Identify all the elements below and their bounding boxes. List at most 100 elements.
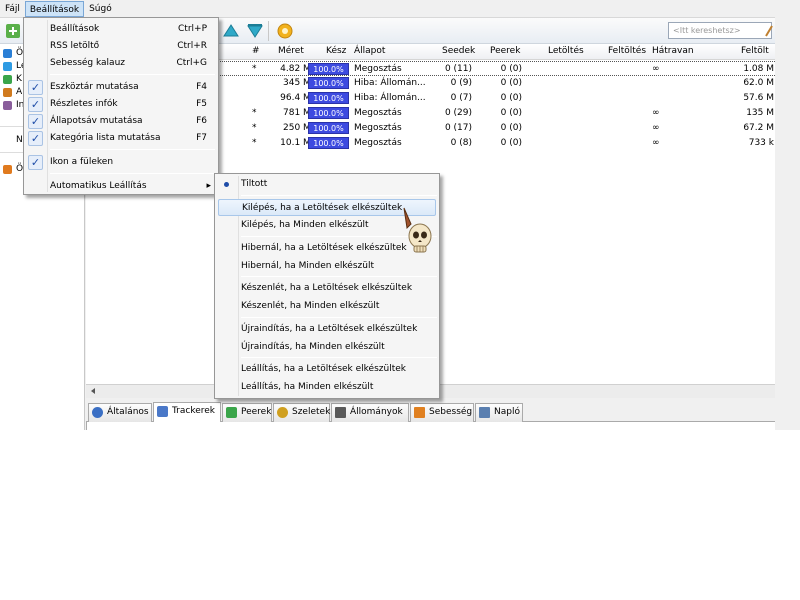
menu-separator <box>241 195 437 196</box>
cell-peers: 0 (0) <box>500 138 522 148</box>
progress-bar: 100.0% <box>308 137 349 149</box>
menu-file[interactable]: Fájl <box>1 1 24 17</box>
skull-cursor-icon <box>402 206 436 260</box>
menu-item-label: Hibernál, ha Minden elkészült <box>241 261 374 271</box>
settings-menu-item[interactable]: Beállítások Ctrl+P <box>27 21 215 38</box>
menu-item-label: Készenlét, ha Minden elkészült <box>241 301 380 311</box>
menu-item-shortcut: F4 <box>196 82 207 92</box>
tab-log[interactable]: Napló <box>475 403 523 422</box>
checkmark-icon: ✓ <box>28 114 43 129</box>
settings-menu-item[interactable]: ✓ Eszköztár mutatása F4 <box>27 79 215 96</box>
menu-item-label: Automatikus Leállítás <box>50 181 147 191</box>
cell-peers: 0 (0) <box>500 64 522 74</box>
settings-menu-item[interactable]: RSS letöltő Ctrl+R <box>27 38 215 55</box>
settings-menu-item[interactable]: Automatikus Leállítás ▸ <box>27 178 215 195</box>
cell-status: Hiba: Állomán... <box>354 93 426 103</box>
search-input[interactable]: <Itt kereshetsz> <box>668 22 772 39</box>
cell-remaining: ∞ <box>652 64 660 74</box>
menu-separator <box>50 149 215 150</box>
active-icon <box>3 88 12 97</box>
column-header-uploaded[interactable]: Feltölt <box>741 46 769 56</box>
cell-seeds: 0 (8) <box>450 138 472 148</box>
all-torrents-icon <box>3 49 12 58</box>
arrow-up-icon <box>223 24 239 37</box>
autostop-menu-item[interactable]: Tiltott <box>218 176 436 193</box>
move-down-button[interactable] <box>246 22 264 40</box>
cell-remaining: ∞ <box>652 123 660 133</box>
column-header-status[interactable]: Állapot <box>354 46 385 56</box>
tab-label: Peerek <box>241 407 272 417</box>
checkmark-icon: ✓ <box>28 97 43 112</box>
autostop-menu-item[interactable]: Leállítás, ha Minden elkészült <box>218 379 436 396</box>
menu-item-label: Leállítás, ha Minden elkészült <box>241 382 374 392</box>
menu-item-label: Kilépés, ha a Letöltések elkészültek <box>242 203 403 213</box>
info-icon <box>92 407 103 418</box>
tab-label: Sebesség <box>429 407 473 417</box>
add-torrent-button[interactable] <box>4 22 22 40</box>
cell-seeds: 0 (29) <box>444 108 472 118</box>
cell-peers: 0 (0) <box>500 108 522 118</box>
inactive-icon <box>3 101 12 110</box>
cell-remaining: ∞ <box>652 138 660 148</box>
menu-item-label: Beállítások <box>50 24 100 34</box>
peers-icon <box>226 407 237 418</box>
tab-label: Állományok <box>350 407 403 417</box>
column-header-peers[interactable]: Peerek <box>490 46 520 56</box>
move-up-button[interactable] <box>222 22 240 40</box>
cell-status: Megosztás <box>354 64 402 74</box>
menu-item-label: Hibernál, ha a Letöltések elkészültek <box>241 243 407 253</box>
cell-seeds: 0 (7) <box>450 93 472 103</box>
column-header-number[interactable]: # <box>252 46 260 56</box>
menu-help[interactable]: Súgó <box>85 1 116 17</box>
settings-menu: Beállítások Ctrl+P RSS letöltő Ctrl+R Sebess… <box>23 17 219 195</box>
details-tabbar: Általános Trackerek Peerek Szeletek Állo… <box>86 402 775 423</box>
autostop-menu-item[interactable]: Újraindítás, ha a Letöltések elkészültek <box>218 321 436 338</box>
completed-icon <box>3 75 12 84</box>
menu-separator <box>241 357 437 358</box>
menu-settings[interactable]: Beállítások <box>24 0 85 17</box>
settings-menu-item[interactable]: ✓ Ikon a füleken <box>27 154 215 171</box>
tab-general[interactable]: Általános <box>88 403 152 422</box>
cell-status: Megosztás <box>354 108 402 118</box>
settings-menu-item[interactable]: ✓ Állapotsáv mutatása F6 <box>27 113 215 130</box>
tab-content <box>86 422 775 430</box>
column-header-upload[interactable]: Feltöltés <box>608 46 646 56</box>
cell-seeds: 0 (11) <box>444 64 472 74</box>
tab-pieces[interactable]: Szeletek <box>273 403 330 422</box>
tab-label: Általános <box>107 407 149 417</box>
tab-speed[interactable]: Sebesség <box>410 403 474 422</box>
autostop-menu-item[interactable]: Újraindítás, ha Minden elkészült <box>218 339 436 356</box>
tab-files[interactable]: Állományok <box>331 403 409 422</box>
sidebar-item-label: K <box>16 74 22 84</box>
autostop-menu-item[interactable]: Készenlét, ha a Letöltések elkészültek <box>218 280 436 297</box>
progress-bar: 100.0% <box>308 63 349 75</box>
checkmark-icon: ✓ <box>28 80 43 95</box>
menu-item-label: Állapotsáv mutatása <box>50 116 143 126</box>
cell-peers: 0 (0) <box>500 123 522 133</box>
autostop-menu-item[interactable]: Hibernál, ha Minden elkészült <box>218 258 436 275</box>
scroll-left-icon <box>91 388 95 394</box>
column-header-size[interactable]: Méret <box>278 46 304 56</box>
autostop-menu-item[interactable]: Készenlét, ha Minden elkészült <box>218 298 436 315</box>
menu-separator <box>50 74 215 75</box>
cell-num: * <box>252 123 257 133</box>
tab-trackers[interactable]: Trackerek <box>153 402 221 423</box>
column-header-remaining[interactable]: Hátravan <box>652 46 694 56</box>
menu-item-label: Sebesség kalauz <box>50 58 126 68</box>
cell-uploaded: 57.6 M <box>743 93 774 103</box>
column-header-done[interactable]: Kész <box>326 46 346 56</box>
menu-item-shortcut: F5 <box>196 99 207 109</box>
tab-peers[interactable]: Peerek <box>222 403 272 422</box>
add-icon <box>6 24 20 38</box>
cell-status: Megosztás <box>354 123 402 133</box>
menu-item-shortcut: F6 <box>196 116 207 126</box>
column-header-download[interactable]: Letöltés <box>548 46 584 56</box>
menu-item-label: Újraindítás, ha Minden elkészült <box>241 342 385 352</box>
options-button[interactable] <box>276 22 294 40</box>
settings-menu-item[interactable]: ✓ Kategória lista mutatása F7 <box>27 130 215 147</box>
column-header-seeds[interactable]: Seedek <box>442 46 475 56</box>
autostop-menu-item[interactable]: Leállítás, ha a Letöltések elkészültek <box>218 361 436 378</box>
menu-separator <box>50 173 215 174</box>
settings-menu-item[interactable]: ✓ Részletes infók F5 <box>27 96 215 113</box>
settings-menu-item[interactable]: Sebesség kalauz Ctrl+G <box>27 55 215 72</box>
